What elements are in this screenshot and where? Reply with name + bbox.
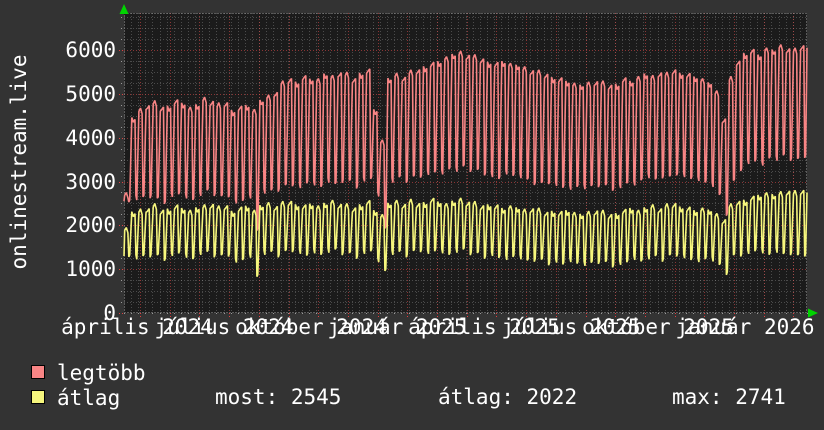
y-axis-tick-label: 6000 [56, 40, 116, 60]
y-axis-tick-label: 5000 [56, 84, 116, 104]
stat-most-label: most: [215, 385, 278, 409]
y-axis-tick-label: 1000 [56, 259, 116, 279]
stat-atlag: átlag: 2022 [438, 388, 577, 406]
legend-label-legtobb: legtöbb [57, 364, 146, 382]
y-axis-tick-label: 3000 [56, 172, 116, 192]
stat-most: most: 2545 [215, 388, 341, 406]
stat-max-value: 2741 [735, 385, 786, 409]
stat-atlag-label: átlag: [438, 385, 514, 409]
y-axis-tick-label: 4000 [56, 128, 116, 148]
legend-swatch-legtobb [31, 365, 45, 379]
x-axis-tick-label: január 2026 [675, 316, 814, 338]
graph-title-vertical: onlinestream.live [7, 55, 31, 270]
y-axis-tick-label: 2000 [56, 215, 116, 235]
stat-max-label: max: [672, 385, 723, 409]
y-axis-arrow-icon [120, 4, 129, 14]
legend-label-atlag: átlag [57, 389, 120, 407]
legend-swatch-atlag [31, 390, 45, 404]
stat-max: max: 2741 [672, 388, 786, 406]
rrd-graph: onlinestream.live 0100020003000400050006… [0, 0, 824, 430]
stat-atlag-value: 2022 [527, 385, 578, 409]
stat-most-value: 2545 [291, 385, 342, 409]
